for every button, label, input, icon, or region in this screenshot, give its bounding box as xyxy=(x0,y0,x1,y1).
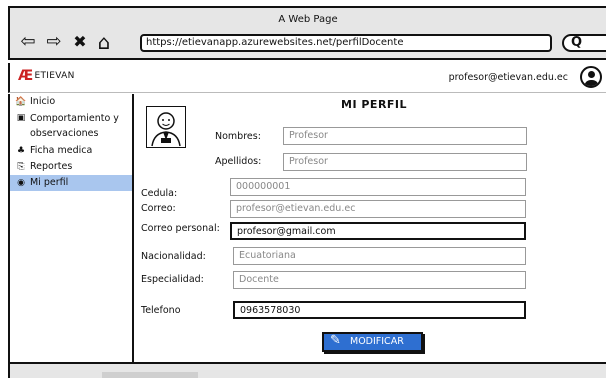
user-email: profesor@etievan.edu.ec xyxy=(448,72,568,83)
home-icon: 🏠 xyxy=(15,97,27,107)
user-avatar-icon[interactable] xyxy=(580,66,602,88)
horizontal-scrollbar[interactable] xyxy=(102,372,198,378)
sidebar: 🏠 Inicio ▣ Comportamiento y observacione… xyxy=(8,94,134,362)
back-icon[interactable]: ⇦ xyxy=(18,32,38,52)
telefono-input[interactable]: 0963578030 xyxy=(233,301,526,319)
sidebar-item-comportamiento[interactable]: ▣ Comportamiento y observaciones xyxy=(10,110,132,143)
correo-personal-input[interactable]: profesor@gmail.com xyxy=(230,222,526,240)
address-bar[interactable]: https://etievanapp.azurewebsites.net/per… xyxy=(140,34,552,52)
nombres-label: Nombres: xyxy=(215,131,261,142)
especialidad-label: Especialidad: xyxy=(141,274,204,285)
apellidos-field: Profesor xyxy=(283,153,527,171)
sidebar-item-label: Mi perfil xyxy=(30,177,69,188)
page-title: MI PERFIL xyxy=(341,98,408,111)
correo-label: Correo: xyxy=(141,203,176,214)
nacionalidad-field: Ecuatoriana xyxy=(233,247,526,265)
nombres-field: Profesor xyxy=(283,127,527,145)
sidebar-item-mi-perfil[interactable]: ◉ Mi perfil xyxy=(10,175,132,191)
profile-panel: MI PERFIL Nombres: Profesor Apellidos: P… xyxy=(136,94,606,362)
search-button[interactable]: Q xyxy=(562,34,606,52)
status-bar xyxy=(8,362,606,378)
home-icon[interactable]: ⌂ xyxy=(94,32,114,52)
window-title: A Web Page xyxy=(278,14,338,25)
medical-icon: ♣ xyxy=(16,146,26,156)
sidebar-item-label: Ficha medica xyxy=(30,145,93,156)
user-circle-icon: ◉ xyxy=(17,178,25,188)
logo[interactable]: ÆETIEVAN xyxy=(18,68,75,84)
profile-photo-icon xyxy=(146,106,186,148)
especialidad-field: Docente xyxy=(233,271,526,289)
reports-icon: ⎘ xyxy=(17,162,25,172)
browser-chrome: A Web Page ⇦ ⇨ ✖ ⌂ https://etievanapp.az… xyxy=(8,6,606,60)
browser-window: A Web Page ⇦ ⇨ ✖ ⌂ https://etievanapp.az… xyxy=(0,0,606,378)
modify-button[interactable]: ✎ MODIFICAR xyxy=(322,332,423,352)
logo-mark-icon: Æ xyxy=(18,68,34,84)
search-icon: Q xyxy=(571,35,583,50)
nacionalidad-label: Nacionalidad: xyxy=(141,251,206,262)
apellidos-label: Apellidos: xyxy=(215,156,262,167)
correo-personal-label: Correo personal: xyxy=(141,223,220,234)
modify-button-label: MODIFICAR xyxy=(350,336,404,347)
telefono-label: Telefono xyxy=(141,305,181,316)
app-header: ÆETIEVAN profesor@etievan.edu.ec xyxy=(8,63,606,93)
close-icon[interactable]: ✖ xyxy=(70,32,90,52)
cedula-field: 000000001 xyxy=(230,178,526,196)
forward-icon[interactable]: ⇨ xyxy=(44,32,64,52)
sidebar-item-label: Reportes xyxy=(30,161,73,172)
clipboard-icon: ▣ xyxy=(16,113,26,123)
sidebar-item-label: Inicio xyxy=(30,96,56,107)
sidebar-item-reportes[interactable]: ⎘ Reportes xyxy=(10,159,132,175)
sidebar-item-ficha-medica[interactable]: ♣ Ficha medica xyxy=(10,143,132,159)
correo-field: profesor@etievan.edu.ec xyxy=(230,200,526,218)
logo-text: ETIEVAN xyxy=(34,71,75,81)
sidebar-item-label: Comportamiento y observaciones xyxy=(30,113,119,139)
cedula-label: Cedula: xyxy=(141,188,178,199)
pencil-icon: ✎ xyxy=(330,333,341,348)
sidebar-item-inicio[interactable]: 🏠 Inicio xyxy=(10,94,132,110)
